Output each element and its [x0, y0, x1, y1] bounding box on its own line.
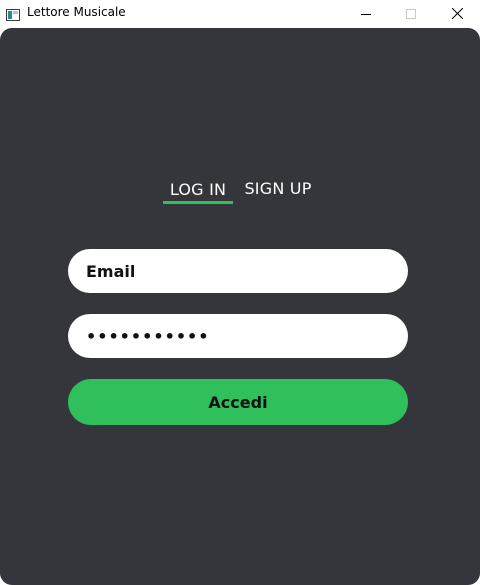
window-title: Lettore Musicale — [27, 5, 126, 19]
tab-login[interactable]: LOG IN — [163, 180, 233, 199]
tab-signup[interactable]: SIGN UP — [242, 179, 314, 198]
password-input[interactable]: ••••••••••• — [68, 314, 408, 358]
window-titlebar: Lettore Musicale — [0, 0, 480, 26]
login-panel: LOG IN SIGN UP Email ••••••••••• Accedi — [0, 28, 480, 585]
close-button[interactable] — [434, 0, 480, 26]
maximize-button[interactable] — [388, 0, 434, 26]
app-window-icon — [6, 6, 20, 21]
close-icon — [451, 4, 463, 23]
minimize-icon — [361, 4, 371, 23]
email-input[interactable]: Email — [68, 249, 408, 293]
password-input-text: ••••••••••• — [86, 326, 210, 346]
login-submit-label: Accedi — [208, 392, 268, 412]
email-input-text: Email — [86, 261, 136, 281]
active-tab-indicator — [163, 201, 233, 204]
login-submit-button[interactable]: Accedi — [68, 379, 408, 425]
minimize-button[interactable] — [343, 0, 389, 26]
maximize-icon — [406, 4, 416, 23]
